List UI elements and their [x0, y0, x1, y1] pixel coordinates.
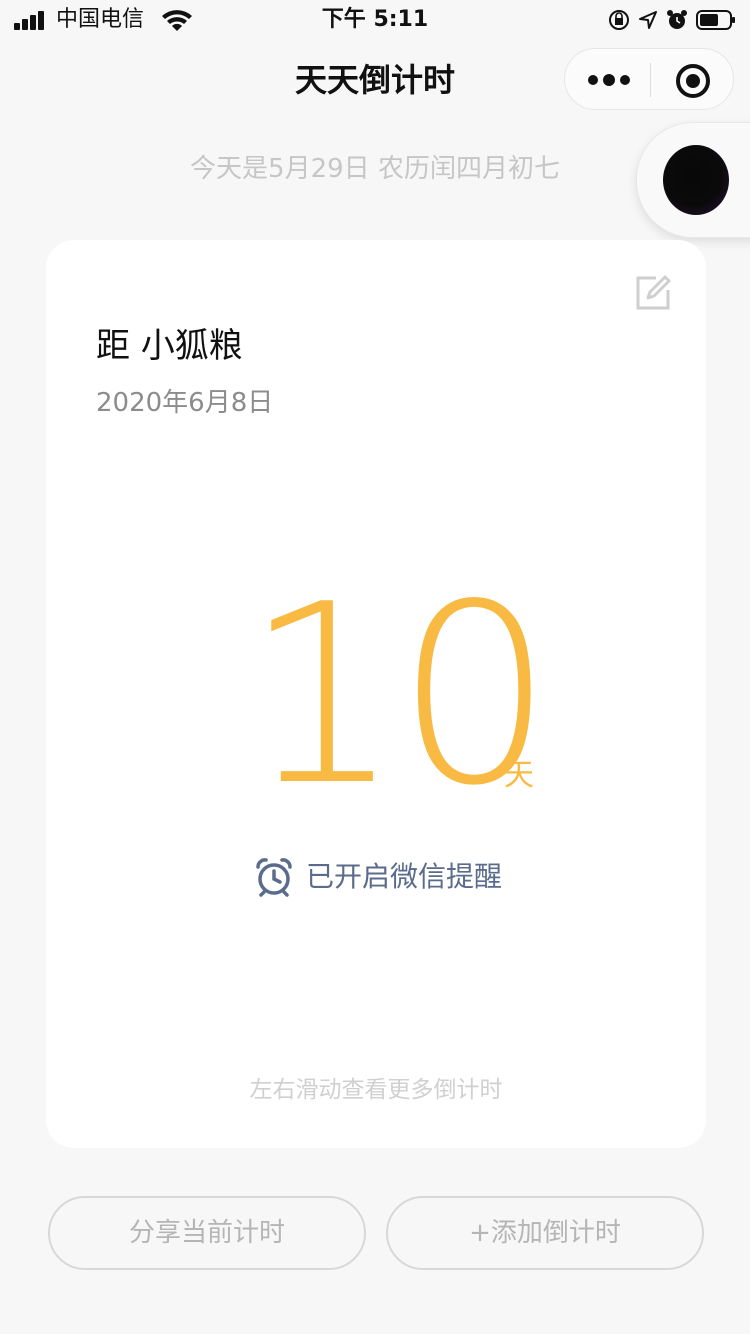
days-remaining: 10 [244, 552, 554, 840]
more-icon[interactable] [587, 67, 631, 93]
wechat-reminder[interactable]: 已开启微信提醒 [254, 856, 502, 898]
add-countdown-button[interactable]: +添加倒计时 [386, 1196, 704, 1270]
alarm-icon [667, 10, 687, 29]
status-icons [608, 8, 736, 32]
event-title: 距 小狐粮 [96, 326, 243, 366]
event-date: 2020年6月8日 [96, 388, 274, 418]
lock-rotation-icon [609, 10, 629, 30]
edit-icon[interactable] [634, 274, 672, 312]
target-icon[interactable] [675, 63, 711, 99]
today-date-text: 今天是5月29日 农历闰四月初七 [190, 154, 560, 184]
share-countdown-button[interactable]: 分享当前计时 [48, 1196, 366, 1270]
swipe-hint: 左右滑动查看更多倒计时 [249, 1077, 503, 1103]
battery-icon [696, 10, 735, 30]
status-bar: 中国电信 下午 5:11 [0, 0, 750, 40]
reminder-label: 已开启微信提醒 [306, 860, 503, 893]
days-unit: 天 [504, 758, 534, 793]
location-icon [639, 11, 657, 29]
countdown-card[interactable]: 距 小狐粮 2020年6月8日 10 天 已开启微信提醒 左右滑动查看更多倒计时 [46, 240, 706, 1148]
capsule-divider [650, 63, 651, 97]
alarm-clock-icon [256, 858, 292, 897]
miniprogram-capsule [564, 48, 734, 110]
